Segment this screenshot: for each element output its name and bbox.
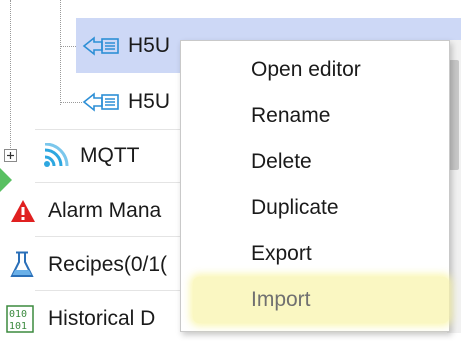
tree-item-h5u[interactable]: H5U	[82, 80, 170, 124]
tree-item-label: Alarm Mana	[48, 199, 162, 222]
svg-text:101: 101	[9, 321, 27, 332]
wireless-signal-icon	[42, 142, 70, 169]
expand-plus-icon[interactable]	[4, 149, 18, 163]
menu-item-label: Export	[251, 242, 312, 265]
tree-item-h5u-selected[interactable]: H5U	[82, 24, 170, 68]
alarm-warning-icon	[10, 199, 36, 223]
menu-item-delete[interactable]: Delete	[181, 139, 449, 185]
menu-item-label: Import	[251, 288, 311, 311]
menu-item-duplicate[interactable]: Duplicate	[181, 185, 449, 231]
menu-item-label: Duplicate	[251, 196, 339, 219]
menu-item-label: Delete	[251, 150, 312, 173]
menu-item-open-editor[interactable]: Open editor	[181, 47, 449, 93]
tree-item-historical-data[interactable]: 010 101 Historical D	[6, 297, 155, 341]
menu-item-label: Open editor	[251, 58, 361, 81]
scrollbar-thumb[interactable]	[449, 60, 459, 170]
menu-item-export[interactable]: Export	[181, 231, 449, 277]
tree-item-label: Historical D	[48, 307, 156, 330]
tree-item-label: H5U	[128, 90, 171, 113]
tree-item-label: Recipes(0/1(	[48, 253, 168, 276]
tree-item-label: MQTT	[80, 144, 140, 167]
green-pointer-icon	[0, 168, 12, 192]
h5u-device-icon	[82, 34, 122, 58]
tree-item-label: H5U	[128, 34, 171, 57]
binary-data-icon: 010 101	[6, 305, 34, 333]
svg-text:010: 010	[9, 309, 27, 320]
tree-item-alarm-management[interactable]: Alarm Mana	[10, 189, 161, 233]
tree-item-mqtt[interactable]: MQTT	[4, 134, 139, 178]
menu-item-import[interactable]: Import	[193, 277, 449, 323]
context-menu: Open editor Rename Delete Duplicate Expo…	[180, 40, 450, 332]
tree-guide-line	[10, 0, 11, 150]
menu-item-label: Rename	[251, 104, 331, 127]
h5u-device-icon	[82, 90, 122, 114]
tree-item-recipes[interactable]: Recipes(0/1(	[10, 243, 167, 287]
menu-item-rename[interactable]: Rename	[181, 93, 449, 139]
tree-guide-line	[60, 102, 82, 103]
tree-guide-line	[60, 0, 61, 105]
flask-icon	[10, 251, 34, 279]
